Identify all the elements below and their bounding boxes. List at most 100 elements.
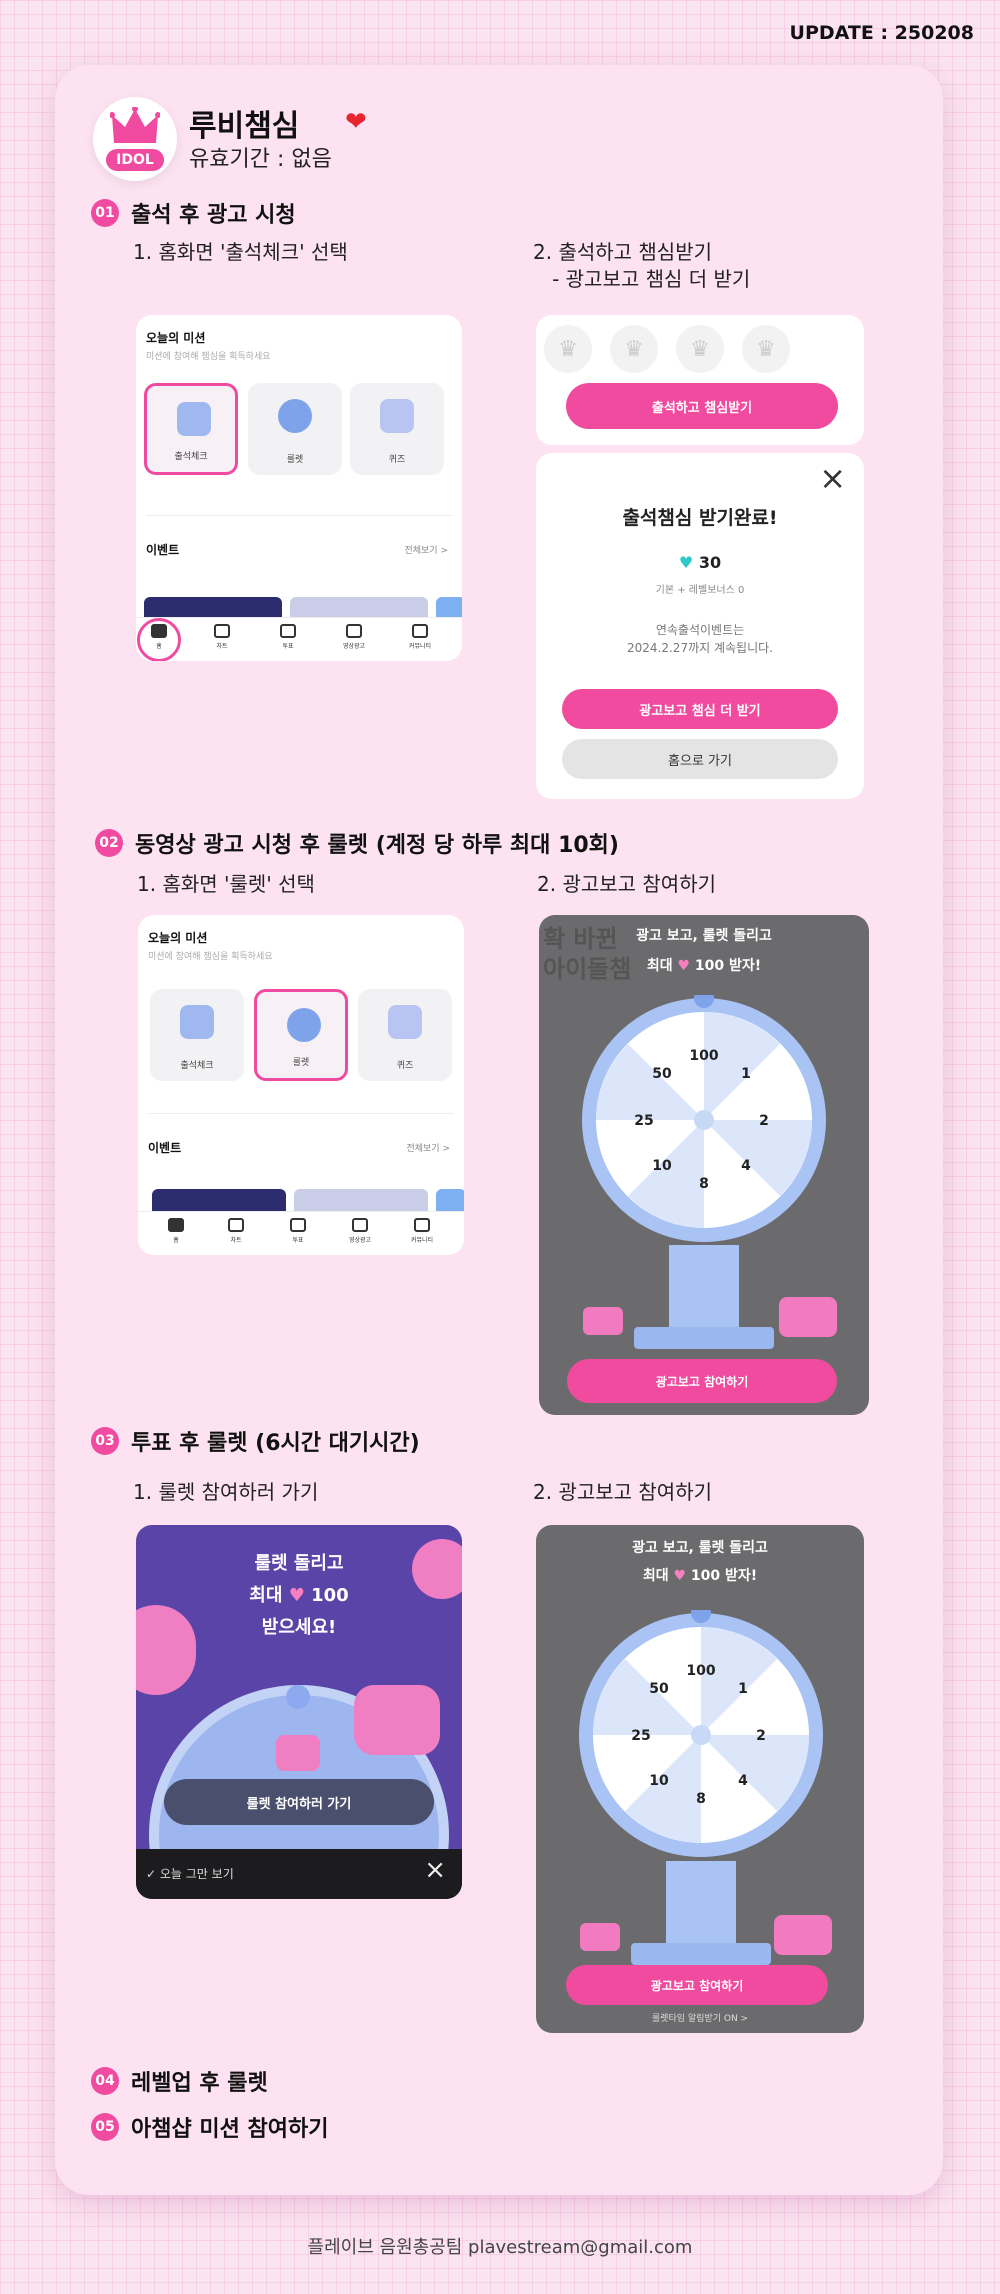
- tab-label: 커뮤니티: [410, 1237, 434, 1244]
- event-banner[interactable]: [290, 597, 428, 619]
- heart-icon: ♥: [673, 1568, 687, 1584]
- heading-part: 최대: [646, 958, 673, 974]
- popup-title: 출석챔심 받기완료!: [622, 507, 778, 529]
- s1-step2: 2. 출석하고 챔심받기 - 광고보고 챔심 더 받기: [533, 240, 751, 291]
- event-banner[interactable]: [294, 1189, 428, 1211]
- section-number: 02: [95, 829, 123, 857]
- tile-roulette[interactable]: 룰렛: [254, 989, 348, 1081]
- tab-label: 차트: [216, 643, 228, 650]
- idol-logo: IDOL: [93, 97, 177, 181]
- tile-attendance[interactable]: 출석체크: [144, 383, 238, 475]
- s3-step2: 2. 광고보고 참여하기: [533, 1480, 712, 1504]
- mission-subtitle: 미션에 참여해 챔심을 획득하세요: [148, 952, 273, 962]
- tile-quiz[interactable]: 퀴즈: [350, 383, 444, 475]
- event-title: 이벤트: [148, 1141, 182, 1155]
- tab-chart[interactable]: 차트: [202, 624, 242, 650]
- attend-button[interactable]: 출석하고 챔심받기: [566, 383, 838, 429]
- tile-label: 출석체크: [180, 1061, 214, 1071]
- s1-attendance-panel: ♛ ♛ ♛ ♛ 출석하고 챔심받기: [536, 315, 864, 445]
- tab-label: 투표: [292, 1237, 304, 1244]
- roulette-icon: [287, 1008, 321, 1042]
- logo-text: IDOL: [116, 152, 154, 168]
- crown-row: ♛ ♛ ♛ ♛: [544, 325, 790, 373]
- event-banner[interactable]: [144, 597, 282, 619]
- video-icon: [352, 1218, 368, 1232]
- event-more-link[interactable]: 전체보기 >: [404, 543, 448, 556]
- dismiss-today[interactable]: ✓ 오늘 그만 보기: [146, 1865, 234, 1882]
- popup-amount: ♥ 30: [536, 553, 864, 572]
- roulette-heading-1: 광고 보고, 룰렛 돌리고: [636, 928, 772, 944]
- go-roulette-button[interactable]: 룰렛 참여하러 가기: [164, 1779, 434, 1825]
- wheel-label: 100: [689, 1048, 718, 1064]
- home-button[interactable]: 홈으로 가기: [562, 739, 838, 779]
- tab-vote[interactable]: 투표: [268, 624, 308, 650]
- community-icon: [414, 1218, 430, 1232]
- section-title: 투표 후 룰렛 (6시간 대기시간): [131, 1431, 420, 1456]
- quiz-icon: [388, 1005, 422, 1039]
- video-icon: [346, 624, 362, 638]
- section-title: 출석 후 광고 시청: [131, 203, 296, 228]
- s1-complete-popup: × 출석챔심 받기완료! ♥ 30 기본 + 레벨보너스 0 연속출석이벤트는 …: [536, 453, 864, 799]
- dismiss-bar: ✓ 오늘 그만 보기 ×: [136, 1849, 462, 1899]
- quiz-icon: [380, 399, 414, 433]
- section-title: 레벨업 후 룰렛: [131, 2071, 268, 2096]
- wheel-label: 4: [738, 1773, 748, 1789]
- s2-roulette-screen: 확 바뀐 아이돌챔 광고 보고, 룰렛 돌리고 최대 ♥ 100 받자! 100…: [539, 915, 869, 1415]
- ad-more-button[interactable]: 광고보고 챔심 더 받기: [562, 689, 838, 729]
- wheel-label: 1: [741, 1066, 751, 1082]
- heart-icon: ♥: [288, 1585, 305, 1606]
- tab-vote[interactable]: 투표: [278, 1218, 318, 1244]
- wheel-label: 10: [649, 1773, 669, 1789]
- heart-icon: ♥: [677, 958, 691, 974]
- tile-roulette[interactable]: 룰렛: [248, 383, 342, 475]
- page-title: 루비챔심: [189, 109, 300, 144]
- event-banner[interactable]: [436, 597, 462, 619]
- close-icon[interactable]: ×: [819, 459, 846, 497]
- tab-community[interactable]: 커뮤니티: [402, 1218, 442, 1244]
- roulette-wheel: 100 1 2 4 8 10 25 50: [579, 1610, 823, 1857]
- heart-deco-icon: [354, 1685, 440, 1755]
- header: IDOL 루비챔심 ❤ 유효기간 : 없음: [93, 97, 693, 197]
- promo-line-1: 룰렛 돌리고: [254, 1553, 344, 1574]
- section-04-header: 04 레벨업 후 룰렛: [91, 2065, 268, 2097]
- tab-label: 차트: [230, 1237, 242, 1244]
- event-banner[interactable]: [152, 1189, 286, 1211]
- close-icon[interactable]: ×: [424, 1855, 446, 1885]
- heading-part: 최대: [642, 1568, 669, 1584]
- s2-step2: 2. 광고보고 참여하기: [537, 872, 716, 896]
- event-banner[interactable]: [436, 1189, 464, 1211]
- tile-quiz[interactable]: 퀴즈: [358, 989, 452, 1081]
- crown-icon: [110, 107, 160, 143]
- join-ad-button[interactable]: 광고보고 참여하기: [566, 1965, 828, 2005]
- tab-bar: 홈 차트 투표 영상광고 커뮤니티: [138, 1211, 464, 1255]
- s2-home-screenshot: 오늘의 미션 미션에 참여해 챔심을 획득하세요 출석체크 룰렛 퀴즈 이벤트 …: [138, 915, 464, 1255]
- wheel-label: 2: [756, 1728, 766, 1744]
- event-title: 이벤트: [146, 543, 180, 557]
- heart-stack-icon: [774, 1915, 832, 1955]
- tab-video-ad[interactable]: 영상광고: [334, 624, 374, 650]
- highlight-ring: [137, 618, 181, 661]
- update-label: UPDATE : 250208: [789, 22, 974, 44]
- tab-community[interactable]: 커뮤니티: [400, 624, 440, 650]
- divider: [146, 515, 452, 516]
- heart-stack-icon: [779, 1297, 837, 1337]
- tab-home[interactable]: 홈: [156, 1218, 196, 1244]
- crown-icon: ♛: [742, 325, 790, 373]
- tab-label: 영상광고: [342, 643, 366, 650]
- tab-video-ad[interactable]: 영상광고: [340, 1218, 380, 1244]
- join-ad-button[interactable]: 광고보고 참여하기: [567, 1359, 837, 1403]
- tile-attendance[interactable]: 출석체크: [150, 989, 244, 1081]
- alarm-toggle[interactable]: 룰렛타임 알림받기 ON >: [536, 2011, 864, 2024]
- s1-step1: 1. 홈화면 '출석체크' 선택: [133, 240, 348, 264]
- section-02-header: 02 동영상 광고 시청 후 룰렛 (계정 당 하루 최대 10회): [95, 827, 619, 859]
- chart-icon: [228, 1218, 244, 1232]
- validity-text: 유효기간 : 없음: [189, 147, 332, 172]
- event-more-link[interactable]: 전체보기 >: [406, 1141, 450, 1154]
- wheel-label: 8: [696, 1791, 706, 1807]
- tab-home[interactable]: 홈: [137, 618, 181, 661]
- tile-label: 룰렛: [286, 455, 304, 465]
- tile-label: 퀴즈: [396, 1061, 414, 1071]
- popup-notice-1: 연속출석이벤트는: [655, 623, 745, 637]
- divider: [148, 1113, 454, 1114]
- tab-chart[interactable]: 차트: [216, 1218, 256, 1244]
